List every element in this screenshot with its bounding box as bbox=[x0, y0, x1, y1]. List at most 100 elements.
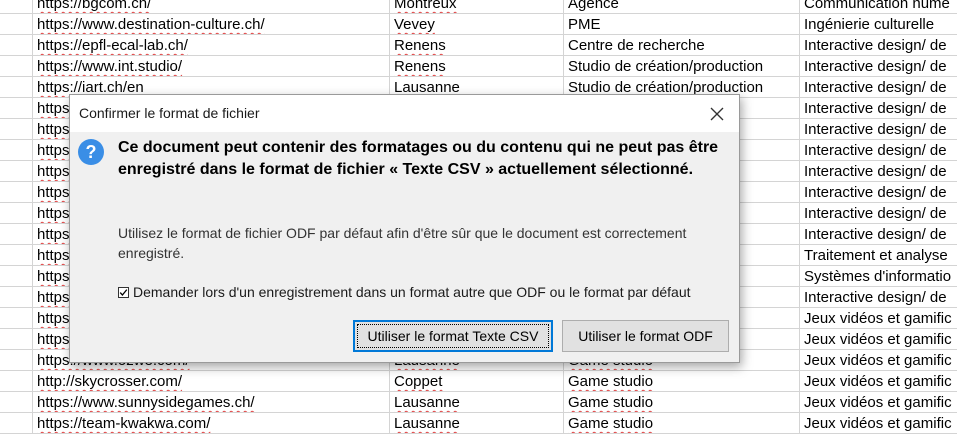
field-cell[interactable]: Ingénierie culturelle bbox=[800, 14, 957, 35]
url-cell-text: https bbox=[37, 163, 70, 180]
url-cell-text: https bbox=[37, 331, 70, 348]
url-cell-text: https bbox=[37, 205, 70, 222]
focus-ring bbox=[357, 324, 549, 348]
url-cell[interactable]: http://skycrosser.com/ bbox=[33, 371, 390, 392]
field-cell[interactable]: Interactive design/ de bbox=[800, 35, 957, 56]
type-cell[interactable]: Centre de recherche bbox=[564, 35, 800, 56]
field-cell[interactable]: Interactive design/ de bbox=[800, 98, 957, 119]
field-cell[interactable]: Interactive design/ de bbox=[800, 287, 957, 308]
ask-format-checkbox-row[interactable]: Demander lors d'un enregistrement dans u… bbox=[118, 284, 691, 300]
type-cell[interactable]: Agence bbox=[564, 0, 800, 14]
url-cell-text: https://www.sunnysidegames.ch/ bbox=[37, 394, 255, 411]
city-cell-text: Montreux bbox=[394, 0, 457, 12]
field-cell[interactable]: Communication numé bbox=[800, 0, 957, 14]
field-cell[interactable]: Jeux vidéos et gamific bbox=[800, 350, 957, 371]
field-cell-text: Jeux vidéos et gamific bbox=[804, 415, 952, 432]
table-row: https://epfl-ecal-lab.ch/Renens Centre de… bbox=[0, 35, 957, 56]
url-cell-text: https://bgcom.ch/ bbox=[37, 0, 152, 12]
city-cell-text: Renens bbox=[394, 58, 446, 75]
url-cell-text: https bbox=[37, 121, 70, 138]
url-cell-text: https bbox=[37, 100, 70, 117]
url-cell[interactable]: https://www.destination-culture.ch/ bbox=[33, 14, 390, 35]
city-cell[interactable]: Renens bbox=[390, 35, 564, 56]
field-cell[interactable]: Interactive design/ de bbox=[800, 224, 957, 245]
type-cell[interactable]: Game studio bbox=[564, 392, 800, 413]
field-cell[interactable]: Systèmes d'informatio bbox=[800, 266, 957, 287]
row-header-cell bbox=[0, 56, 33, 77]
field-cell-text: Jeux vidéos et gamific bbox=[804, 394, 952, 411]
url-cell[interactable]: https://www.int.studio/ bbox=[33, 56, 390, 77]
url-cell[interactable]: https://bgcom.ch/ bbox=[33, 0, 390, 14]
field-cell-text: Interactive design/ de bbox=[804, 163, 947, 180]
row-header-cell bbox=[0, 98, 33, 119]
url-cell[interactable]: https://epfl-ecal-lab.ch/ bbox=[33, 35, 390, 56]
url-cell[interactable]: https://team-kwakwa.com/ bbox=[33, 413, 390, 434]
ask-format-checkbox[interactable] bbox=[118, 286, 129, 298]
use-odf-format-button[interactable]: Utiliser le format ODF bbox=[562, 320, 729, 352]
field-cell[interactable]: Jeux vidéos et gamific bbox=[800, 308, 957, 329]
row-header-cell bbox=[0, 203, 33, 224]
url-cell-text: https bbox=[37, 226, 70, 243]
field-cell-text: Interactive design/ de bbox=[804, 100, 947, 117]
url-cell-text: https bbox=[37, 268, 70, 285]
field-cell[interactable]: Jeux vidéos et gamific bbox=[800, 392, 957, 413]
confirm-format-dialog: Confirmer le format de fichier ? Ce docu… bbox=[69, 94, 740, 363]
row-header-cell bbox=[0, 182, 33, 203]
field-cell-text: Systèmes d'informatio bbox=[804, 268, 952, 285]
city-cell[interactable]: Renens bbox=[390, 56, 564, 77]
field-cell[interactable]: Interactive design/ de bbox=[800, 161, 957, 182]
row-header-cell bbox=[0, 329, 33, 350]
table-row: https://www.sunnysidegames.ch/Lausanne Ga… bbox=[0, 392, 957, 413]
field-cell[interactable]: Interactive design/ de bbox=[800, 119, 957, 140]
table-row: https://www.int.studio/Renens Studio de c… bbox=[0, 56, 957, 77]
type-cell-text: PME bbox=[568, 16, 601, 33]
type-cell[interactable]: PME bbox=[564, 14, 800, 35]
city-cell[interactable]: Montreux bbox=[390, 0, 564, 14]
url-cell-text: https bbox=[37, 310, 70, 327]
row-header-cell bbox=[0, 266, 33, 287]
field-cell-text: Interactive design/ de bbox=[804, 184, 947, 201]
city-cell-text: Lausanne bbox=[394, 394, 460, 411]
url-cell-text: https bbox=[37, 184, 70, 201]
field-cell-text: Communication numé bbox=[804, 0, 950, 12]
type-cell-text: Centre de recherche bbox=[568, 37, 705, 54]
type-cell[interactable]: Studio de création/production bbox=[564, 56, 800, 77]
dialog-title: Confirmer le format de fichier bbox=[79, 105, 260, 121]
city-cell[interactable]: Vevey bbox=[390, 14, 564, 35]
field-cell-text: Jeux vidéos et gamific bbox=[804, 331, 952, 348]
city-cell-text: Lausanne bbox=[394, 415, 460, 432]
field-cell[interactable]: Jeux vidéos et gamific bbox=[800, 329, 957, 350]
close-button[interactable] bbox=[695, 95, 739, 132]
field-cell[interactable]: Interactive design/ de bbox=[800, 140, 957, 161]
city-cell[interactable]: Lausanne bbox=[390, 413, 564, 434]
dialog-titlebar: Confirmer le format de fichier bbox=[70, 95, 739, 132]
type-cell[interactable]: Game studio bbox=[564, 371, 800, 392]
city-cell-text: Vevey bbox=[394, 16, 435, 33]
field-cell[interactable]: Interactive design/ de bbox=[800, 56, 957, 77]
row-header-cell bbox=[0, 308, 33, 329]
field-cell[interactable]: Interactive design/ de bbox=[800, 203, 957, 224]
url-cell-text: https://epfl-ecal-lab.ch/ bbox=[37, 37, 188, 54]
city-cell[interactable]: Coppet bbox=[390, 371, 564, 392]
field-cell[interactable]: Interactive design/ de bbox=[800, 77, 957, 98]
url-cell[interactable]: https://www.sunnysidegames.ch/ bbox=[33, 392, 390, 413]
row-header-cell bbox=[0, 245, 33, 266]
field-cell[interactable]: Traitement et analyse bbox=[800, 245, 957, 266]
use-csv-format-button[interactable]: Utiliser le format Texte CSV bbox=[353, 320, 553, 352]
field-cell-text: Jeux vidéos et gamific bbox=[804, 310, 952, 327]
url-cell-text: https://www.int.studio/ bbox=[37, 58, 183, 75]
row-header-cell bbox=[0, 413, 33, 434]
type-cell-text: Game studio bbox=[568, 415, 654, 432]
field-cell[interactable]: Jeux vidéos et gamific bbox=[800, 371, 957, 392]
field-cell-text: Interactive design/ de bbox=[804, 226, 947, 243]
field-cell-text: Interactive design/ de bbox=[804, 37, 947, 54]
row-header-cell bbox=[0, 140, 33, 161]
type-cell[interactable]: Game studio bbox=[564, 413, 800, 434]
field-cell[interactable]: Jeux vidéos et gamific bbox=[800, 413, 957, 434]
field-cell[interactable]: Interactive design/ de bbox=[800, 182, 957, 203]
row-header-cell bbox=[0, 35, 33, 56]
url-cell-text: https://team-kwakwa.com/ bbox=[37, 415, 211, 432]
city-cell[interactable]: Lausanne bbox=[390, 392, 564, 413]
row-header-cell bbox=[0, 119, 33, 140]
row-header-cell bbox=[0, 287, 33, 308]
